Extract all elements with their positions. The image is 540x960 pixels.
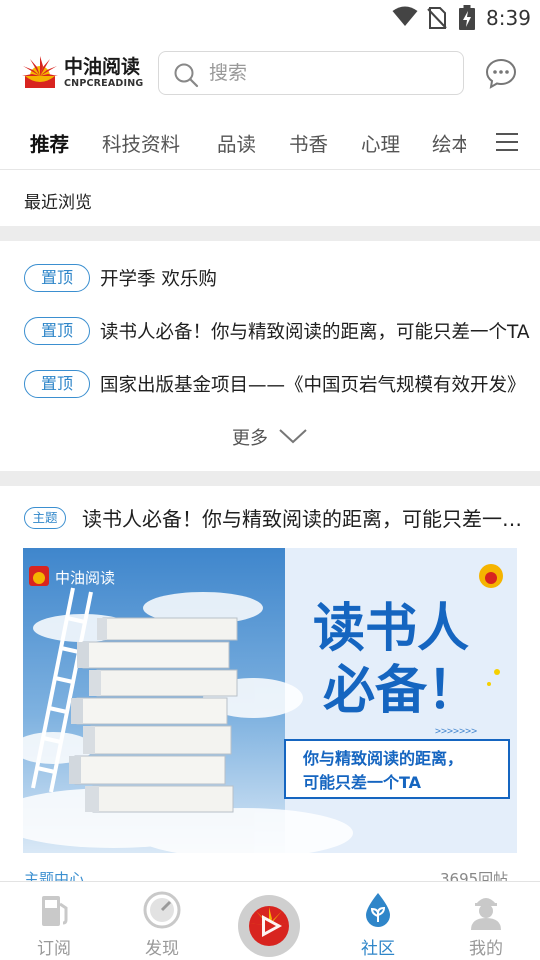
play-logo-icon [249,906,289,946]
pinned-item[interactable]: 置顶 国家出版基金项目——《中国页岩气规模有效开发》 [24,370,534,400]
banner-headline-1: 读书人 [313,599,469,659]
app-header: 中油阅读 CNPCREADING [0,44,540,104]
petrochina-logo-icon [22,56,58,88]
pinned-title: 读书人必备！你与精致阅读的距离，可能只差一个TA [100,322,530,343]
nav-mine[interactable]: 我的 [446,882,526,960]
nav-subscribe[interactable]: 订阅 [14,882,94,960]
nav-label: 发现 [145,939,179,959]
search-input[interactable] [209,60,449,86]
chat-bubble-icon[interactable] [485,57,517,89]
topic-badge: 主题 [24,507,66,529]
recent-browse-label[interactable]: 最近浏览 [24,188,92,213]
tab-tech-docs[interactable]: 科技资料 [102,128,180,157]
more-button[interactable]: 更多 [232,424,268,450]
user-icon [471,898,501,930]
water-drop-icon [366,893,390,927]
app-name: 中油阅读 [64,56,141,78]
nav-label: 社区 [361,939,395,959]
category-tabs: 推荐 科技资料 品读 书香 心理 绘本 [0,118,540,170]
tab-picture-book[interactable]: 绘本 [432,128,466,157]
search-icon [174,63,199,88]
nav-label: 订阅 [37,939,71,959]
chevron-down-icon[interactable] [278,427,308,445]
nav-community[interactable]: 社区 [338,882,418,960]
nav-discover[interactable]: 发现 [122,882,202,960]
fuel-pump-icon [42,896,68,926]
no-sim-icon [427,7,447,29]
section-divider [0,226,540,241]
banner-arrows: >>>>>>> [435,726,477,737]
post-title[interactable]: 读书人必备！你与精致阅读的距离，可能只差一个TA [82,503,522,532]
banner-tagline-2: 可能只差一个TA [303,773,422,792]
compass-icon [143,891,181,929]
clock: 8:39 [486,6,531,30]
pinned-badge: 置顶 [24,370,90,398]
nav-center-play[interactable] [238,895,300,957]
pinned-title: 开学季 欢乐购 [100,269,217,290]
nav-label: 我的 [469,939,503,959]
banner-brand: 中油阅读 [55,569,115,587]
menu-icon[interactable] [496,132,518,152]
app-logo[interactable]: 中油阅读 CNPCREADING [22,52,152,96]
pinned-badge: 置顶 [24,264,90,292]
pinned-item[interactable]: 置顶 读书人必备！你与精致阅读的距离，可能只差一个TA [24,317,534,347]
tab-reading[interactable]: 品读 [217,128,256,157]
battery-charging-icon [459,5,475,30]
wifi-icon [392,6,418,26]
tab-book-fragrance[interactable]: 书香 [289,128,328,157]
app-name-en: CNPCREADING [64,78,144,89]
pinned-title: 国家出版基金项目——《中国页岩气规模有效开发》 [100,375,526,396]
pinned-item[interactable]: 置顶 开学季 欢乐购 [24,264,534,294]
pinned-badge: 置顶 [24,317,90,345]
bottom-nav: 订阅 发现 社区 我的 [0,881,540,960]
tab-psychology[interactable]: 心理 [361,128,400,157]
status-bar: 8:39 [0,0,540,36]
banner-artwork: 中油阅读 读书人 必备！ >>>>>>> 你与精致阅读的距离， 可能只差一个TA [23,548,517,853]
tab-strip: 推荐 科技资料 品读 书香 心理 绘本 [0,118,466,170]
post-banner-image[interactable]: 中油阅读 读书人 必备！ >>>>>>> 你与精致阅读的距离， 可能只差一个TA [23,548,517,853]
section-divider [0,471,540,486]
banner-tagline-1: 你与精致阅读的距离， [302,749,463,768]
search-box[interactable] [158,51,464,95]
tab-recommend[interactable]: 推荐 [30,128,69,157]
banner-headline-2: 必备！ [323,661,479,721]
